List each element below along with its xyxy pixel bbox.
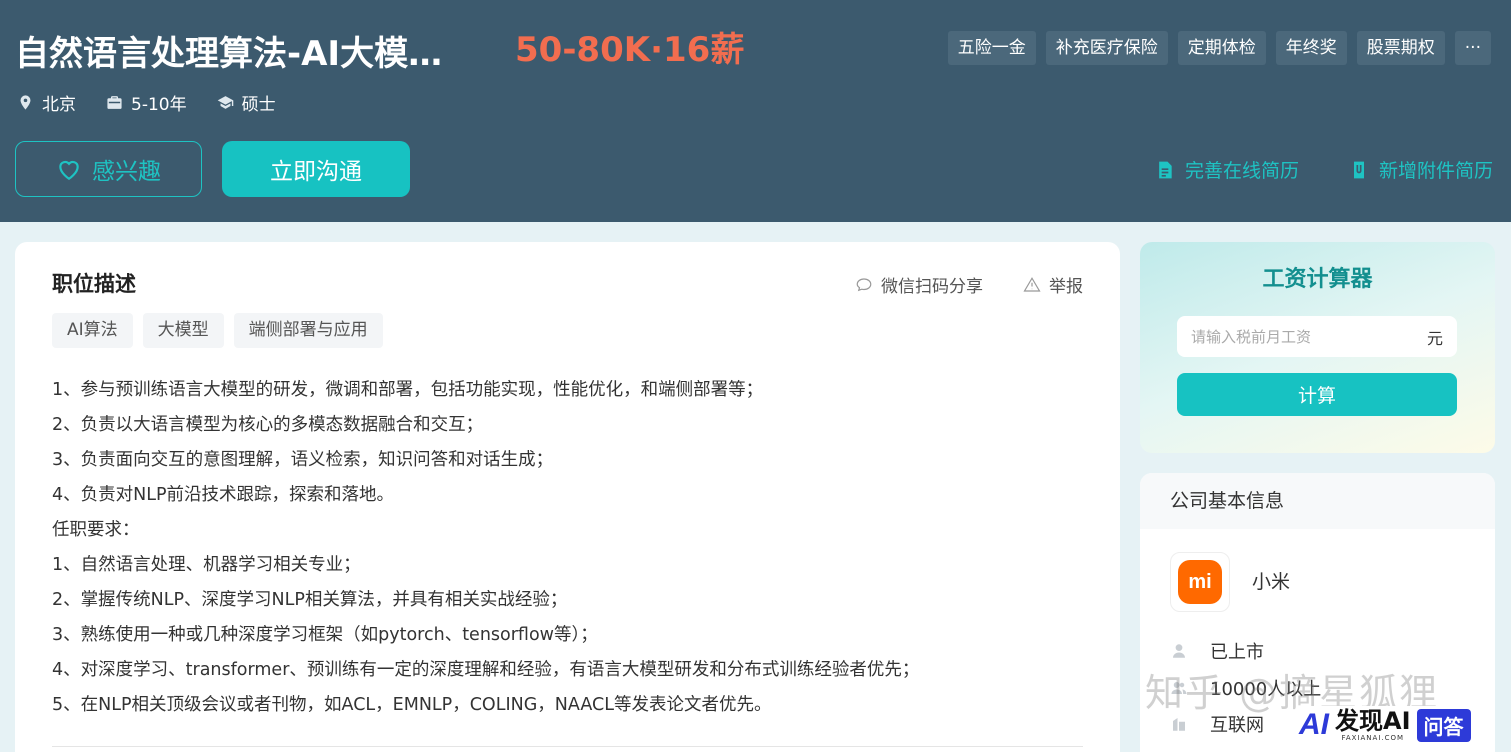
benefit-tag: 定期体检 [1177, 31, 1266, 65]
section-title: 职位描述 [52, 272, 136, 296]
interest-label: 感兴趣 [92, 159, 161, 185]
skill-tag: 端侧部署与应用 [233, 313, 383, 348]
listing-text: 已上市 [1210, 642, 1264, 663]
building-icon [1173, 718, 1185, 731]
skill-tags: AI算法 大模型 端侧部署与应用 [52, 313, 383, 348]
add-attachment-label: 新增附件简历 [1378, 160, 1493, 182]
company-info-heading: 公司基本信息 [1140, 473, 1495, 529]
company-listing: 已上市 [1170, 638, 1264, 664]
salary-input-wrapper: 元 [1177, 316, 1457, 357]
heart-icon [59, 160, 79, 181]
benefit-tag: 五险一金 [947, 31, 1036, 65]
company-logo[interactable]: mi [1170, 552, 1230, 612]
faxianai-logo-icon: AI [1299, 708, 1329, 741]
description-line: 4、负责对NLP前沿技术跟踪，探索和落地。 [52, 485, 395, 505]
company-name[interactable]: 小米 [1252, 567, 1290, 594]
wechat-share-button[interactable]: 微信扫码分享 [855, 272, 983, 297]
badge-qa: 问答 [1416, 708, 1471, 742]
benefit-tag: 补充医疗保险 [1045, 31, 1168, 65]
degree-text: 硕士 [241, 95, 276, 115]
description-line: 3、熟练使用一种或几种深度学习框架（如pytorch、tensorflow等）； [52, 625, 598, 645]
badge-sub: FAXIANAI.COM [1341, 734, 1405, 742]
experience: 5-10年 [106, 90, 187, 115]
divider [52, 746, 1083, 747]
degree: 硕士 [217, 90, 276, 115]
salary: 50-80K·16薪 [515, 30, 745, 70]
more-benefits-button[interactable]: ··· [1454, 31, 1491, 65]
person-icon [1173, 644, 1185, 658]
description-list: 1、参与预训练语言大模型的研发，微调和部署，包括功能实现，性能优化，和端侧部署等… [52, 373, 919, 723]
currency-unit: 元 [1426, 328, 1443, 348]
chat-now-button[interactable]: 立即沟通 [222, 141, 410, 197]
benefit-tag: 股票期权 [1356, 31, 1445, 65]
warning-icon [1023, 276, 1041, 292]
job-description-card: 职位描述 微信扫码分享 举报 AI算法 大模型 端侧部署与应用 1、参与预训练语… [15, 242, 1120, 752]
benefit-tag: 年终奖 [1275, 31, 1347, 65]
description-line: 5、在NLP相关顶级会议或者刊物，如ACL，EMNLP，COLING，NAACL… [52, 695, 772, 715]
attachment-icon [1353, 161, 1364, 178]
description-line: 4、对深度学习、transformer、预训练有一定的深度理解和经验，有语言大模… [52, 660, 920, 680]
interest-button[interactable]: 感兴趣 [15, 141, 202, 197]
calculate-button[interactable]: 计算 [1177, 373, 1457, 416]
description-line: 任职要求： [52, 520, 140, 540]
resume-links: 完善在线简历 新增附件简历 [1155, 156, 1493, 183]
graduation-cap-icon [217, 96, 233, 109]
job-meta: 北京 5-10年 硕士 [17, 90, 276, 115]
xiaomi-logo: mi [1178, 560, 1222, 604]
resume-icon [1159, 161, 1172, 178]
job-header: 自然语言处理算法-AI大模… 50-80K·16薪 五险一金 补充医疗保险 定期… [0, 0, 1511, 222]
location-text: 北京 [42, 95, 76, 115]
monthly-salary-input[interactable] [1191, 327, 1411, 346]
description-line: 2、负责以大语言模型为核心的多模态数据融合和交互； [52, 415, 484, 435]
chat-bubble-icon [856, 277, 872, 291]
skill-tag: AI算法 [52, 313, 133, 348]
salary-calculator: 工资计算器 元 计算 [1140, 242, 1495, 453]
skill-tag: 大模型 [142, 313, 224, 348]
location-pin-icon [20, 95, 31, 110]
complete-resume-link[interactable]: 完善在线简历 [1155, 156, 1299, 183]
description-line: 3、负责面向交互的意图理解，语义检索，知识问答和对话生成； [52, 450, 554, 470]
add-attachment-link[interactable]: 新增附件简历 [1349, 156, 1493, 183]
description-line: 2、掌握传统NLP、深度学习NLP相关算法，并具有相关实战经验； [52, 590, 568, 610]
location: 北京 [17, 90, 76, 115]
complete-resume-label: 完善在线简历 [1184, 160, 1299, 182]
job-title: 自然语言处理算法-AI大模… [15, 34, 443, 74]
experience-text: 5-10年 [131, 95, 187, 115]
description-line: 1、参与预训练语言大模型的研发，微调和部署，包括功能实现，性能优化，和端侧部署等… [52, 380, 764, 400]
badge-main: 发现AI [1335, 707, 1411, 735]
badge-text: 发现AI FAXIANAI.COM [1335, 708, 1411, 742]
briefcase-icon [107, 96, 122, 109]
benefit-tags: 五险一金 补充医疗保险 定期体检 年终奖 股票期权 ··· [947, 31, 1491, 65]
faxianai-badge: AI 发现AI FAXIANAI.COM 问答 [1295, 706, 1475, 744]
report-button[interactable]: 举报 [1023, 272, 1083, 297]
report-label: 举报 [1049, 277, 1083, 297]
description-line: 1、自然语言处理、机器学习相关专业； [52, 555, 361, 575]
calculator-title: 工资计算器 [1262, 267, 1373, 292]
share-label: 微信扫码分享 [881, 277, 983, 297]
